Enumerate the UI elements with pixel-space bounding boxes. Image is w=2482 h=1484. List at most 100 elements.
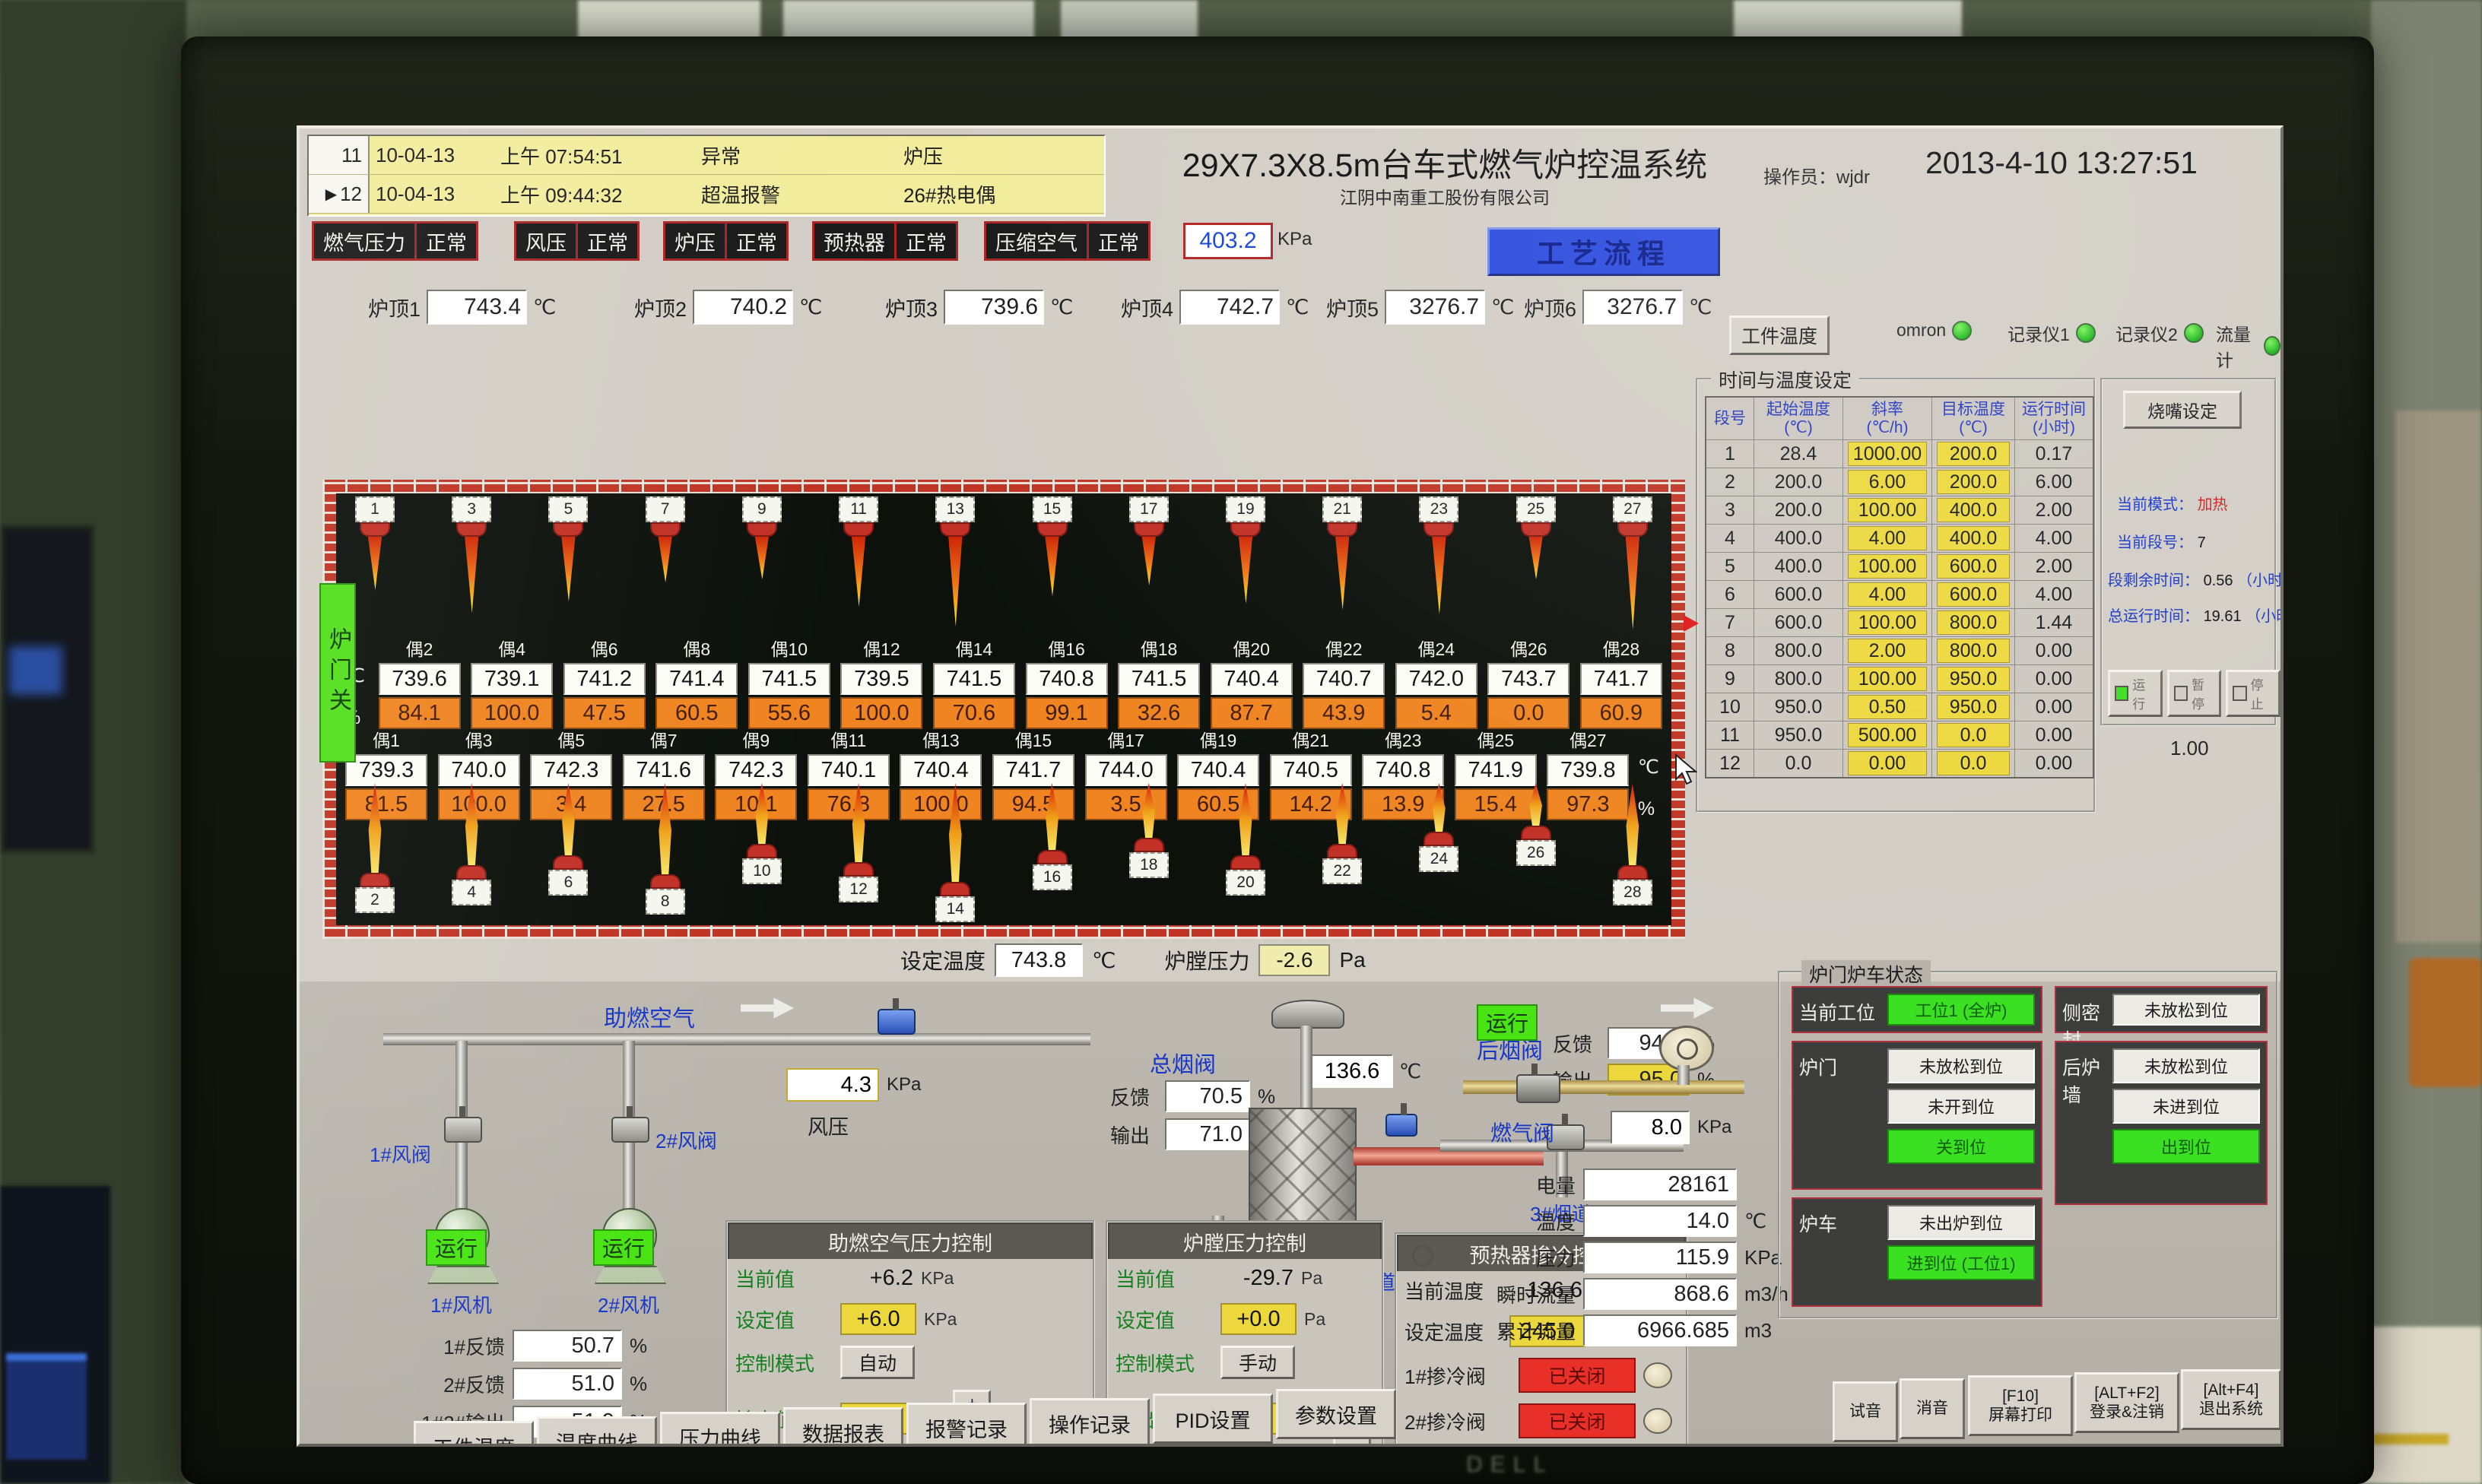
schedule-cell[interactable]: 100.00 xyxy=(1843,553,1932,581)
editable-setpoint[interactable]: 100.00 xyxy=(1848,554,1927,579)
set-temp-unit: ℃ xyxy=(1092,948,1116,973)
schedule-cell[interactable]: 800.0 xyxy=(1932,637,2015,665)
editable-setpoint[interactable]: 6.00 xyxy=(1848,470,1927,494)
schedule-cell[interactable]: 0.0 xyxy=(1932,721,2015,750)
system-button-[F10]屏幕打印[interactable]: [F10]屏幕打印 xyxy=(1968,1375,2073,1436)
tc-temp-value: 741.5 xyxy=(748,663,830,695)
schedule-cell[interactable]: 100.00 xyxy=(1843,609,1932,637)
burner-setting-button[interactable]: 烧嘴设定 xyxy=(2123,391,2242,429)
editable-setpoint[interactable]: 200.0 xyxy=(1937,470,2010,494)
nav-button-温度曲线[interactable]: 温度曲线 xyxy=(537,1416,657,1447)
schedule-cell[interactable]: 1000.00 xyxy=(1843,440,1932,468)
nav-button-参数设置[interactable]: 参数设置 xyxy=(1276,1389,1396,1439)
schedule-cell[interactable]: 4.00 xyxy=(1843,581,1932,609)
editable-setpoint[interactable]: 0.0 xyxy=(1937,723,2010,747)
editable-setpoint[interactable]: 4.00 xyxy=(1848,582,1927,607)
editable-setpoint[interactable]: 0.50 xyxy=(1848,695,1927,719)
editable-setpoint[interactable]: 100.00 xyxy=(1848,498,1927,522)
schedule-cell[interactable]: 2.00 xyxy=(1843,637,1932,665)
cold-valve1-icon[interactable] xyxy=(1643,1362,1672,1388)
editable-setpoint[interactable]: 600.0 xyxy=(1937,554,2010,579)
flue-valve-cap-icon xyxy=(1271,1000,1344,1029)
schedule-cell[interactable]: 100.00 xyxy=(1843,665,1932,693)
editable-setpoint[interactable]: 950.0 xyxy=(1937,667,2010,691)
schedule-cell[interactable]: 0.50 xyxy=(1843,693,1932,721)
nav-button-数据报表[interactable]: 数据报表 xyxy=(783,1407,903,1447)
schedule-cell[interactable]: 800.0 xyxy=(1932,609,2015,637)
alarm-table: 1110-04-13上午 07:54:51异常炉压▶1210-04-13上午 0… xyxy=(307,135,1106,217)
pause-button[interactable]: 暂停 xyxy=(2167,670,2222,717)
schedule-cell[interactable]: 200.0 xyxy=(1932,440,2015,468)
editable-setpoint[interactable]: 950.0 xyxy=(1937,695,2010,719)
nav-button-操作记录[interactable]: 操作记录 xyxy=(1030,1398,1150,1447)
editable-setpoint[interactable]: 800.0 xyxy=(1937,610,2010,635)
run-button[interactable]: 运行 xyxy=(2108,670,2163,717)
schedule-cell: 1.44 xyxy=(2015,609,2094,637)
schedule-cell[interactable]: 200.0 xyxy=(1932,468,2015,496)
nav-button-报警记录[interactable]: 报警记录 xyxy=(906,1403,1027,1447)
flame-icon xyxy=(1236,783,1255,855)
fp-set-value[interactable]: +0.0 xyxy=(1220,1303,1297,1335)
air-valve1-icon[interactable] xyxy=(444,1117,482,1143)
alarm-row[interactable]: ▶1210-04-13上午 09:44:32超温报警26#热电偶 xyxy=(309,175,1104,214)
tc-temp-value: 743.7 xyxy=(1487,663,1570,695)
stop-button[interactable]: 停止 xyxy=(2226,670,2280,717)
system-button-消音[interactable]: 消音 xyxy=(1900,1378,1965,1439)
gas-valve-icon[interactable] xyxy=(1516,1074,1560,1103)
burner-number: 13 xyxy=(935,496,975,522)
fp-mode-button[interactable]: 手动 xyxy=(1220,1346,1295,1379)
schedule-cell[interactable]: 400.0 xyxy=(1932,496,2015,525)
schedule-cell[interactable]: 0.0 xyxy=(1932,750,2015,778)
workpiece-temp-button[interactable]: 工件温度 xyxy=(1729,316,1830,355)
editable-setpoint[interactable]: 600.0 xyxy=(1937,582,2010,607)
editable-setpoint[interactable]: 4.00 xyxy=(1848,526,1927,550)
editable-setpoint[interactable]: 200.0 xyxy=(1937,442,2010,466)
schedule-cell[interactable]: 500.00 xyxy=(1843,721,1932,750)
system-button-[Alt+F4]退出系统[interactable]: [Alt+F4]退出系统 xyxy=(2181,1369,2281,1430)
schedule-row: 6600.04.00600.04.00 xyxy=(1706,581,2093,609)
editable-setpoint[interactable]: 0.00 xyxy=(1848,751,1927,775)
editable-setpoint[interactable]: 100.00 xyxy=(1848,667,1927,691)
air-set-value[interactable]: +6.0 xyxy=(840,1303,916,1335)
schedule-cell[interactable]: 400.0 xyxy=(1932,525,2015,553)
nav-button-PID设置[interactable]: PID设置 xyxy=(1153,1394,1273,1444)
system-button-[ALT+F2]登录&注销[interactable]: [ALT+F2]登录&注销 xyxy=(2074,1372,2179,1433)
schedule-cell[interactable]: 950.0 xyxy=(1932,693,2015,721)
schedule-cell[interactable]: 6.00 xyxy=(1843,468,1932,496)
roof-temp-2: 炉顶2740.2℃ xyxy=(634,290,822,325)
air-valve1-label: 1#风阀 xyxy=(370,1140,431,1168)
roof-temp-6: 炉顶63276.7℃ xyxy=(1524,290,1712,325)
schedule-table: 段号起始温度(℃)斜率(℃/h)目标温度(℃)运行时间(小时) 128.4100… xyxy=(1705,396,2094,778)
alarm-row[interactable]: 1110-04-13上午 07:54:51异常炉压 xyxy=(309,136,1104,175)
schedule-cell[interactable]: 100.00 xyxy=(1843,496,1932,525)
schedule-cell[interactable]: 600.0 xyxy=(1932,553,2015,581)
editable-setpoint[interactable]: 100.00 xyxy=(1848,610,1927,635)
nav-button-压力曲线[interactable]: 压力曲线 xyxy=(660,1412,780,1447)
air-mode-button[interactable]: 自动 xyxy=(840,1346,915,1379)
editable-setpoint[interactable]: 2.00 xyxy=(1848,639,1927,663)
editable-setpoint[interactable]: 500.00 xyxy=(1848,723,1927,747)
cold-valve2-state: 已关闭 xyxy=(1519,1403,1636,1438)
schedule-cell[interactable]: 600.0 xyxy=(1932,581,2015,609)
burner-bottom-10: 10 xyxy=(740,783,784,922)
schedule-cell[interactable]: 0.00 xyxy=(1843,750,1932,778)
cold-valve2-icon[interactable] xyxy=(1643,1408,1672,1434)
air-valve2-icon[interactable] xyxy=(611,1117,649,1143)
editable-setpoint[interactable]: 400.0 xyxy=(1937,526,2010,550)
editable-setpoint[interactable]: 800.0 xyxy=(1937,639,2010,663)
editable-setpoint[interactable]: 400.0 xyxy=(1937,498,2010,522)
system-button-试音[interactable]: 试音 xyxy=(1833,1381,1898,1442)
nav-button-工件温度[interactable]: 工件温度 xyxy=(414,1421,534,1447)
editable-setpoint[interactable]: 0.0 xyxy=(1937,751,2010,775)
alarm-date: 10-04-13 xyxy=(370,182,494,206)
schedule-header: 目标温度(℃) xyxy=(1932,397,2015,440)
tc-label: 偶3 xyxy=(465,726,493,752)
fan2-label: 2#风机 xyxy=(598,1290,659,1318)
air-control-valve-icon[interactable] xyxy=(878,1009,916,1035)
burner-top-15: 15 xyxy=(1030,496,1074,629)
schedule-cell[interactable]: 950.0 xyxy=(1932,665,2015,693)
process-flow-button[interactable]: 工艺流程 xyxy=(1487,227,1720,276)
badge-state: 正常 xyxy=(576,224,637,258)
editable-setpoint[interactable]: 1000.00 xyxy=(1848,442,1927,466)
schedule-cell[interactable]: 4.00 xyxy=(1843,525,1932,553)
